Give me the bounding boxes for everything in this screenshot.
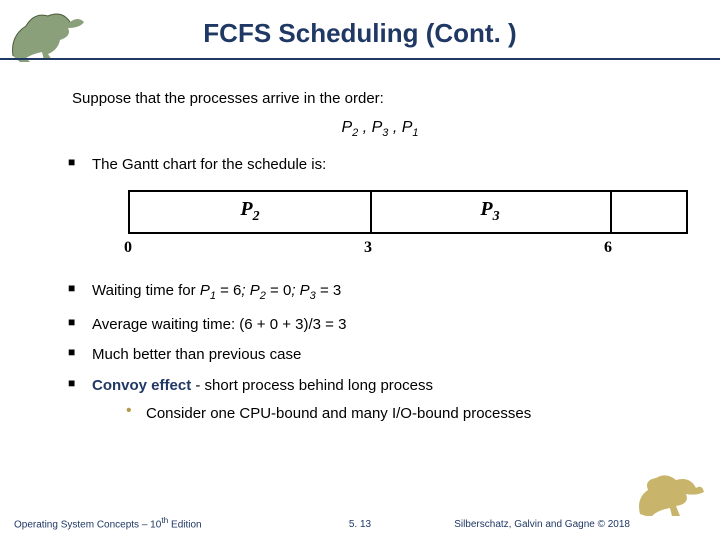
- bullet-list: The Gantt chart for the schedule is: P2 …: [60, 154, 700, 425]
- gantt-bar-row: P2 P3: [128, 190, 688, 234]
- slide: FCFS Scheduling (Cont. ) Suppose that th…: [0, 0, 720, 540]
- gantt-tick-3: 3: [364, 236, 372, 259]
- bullet-convoy: Convoy effect - short process behind lon…: [64, 375, 700, 425]
- bullet-avg-wait: Average waiting time: (6 + 0 + 3)/3 = 3: [64, 314, 700, 336]
- gantt-cell-p2: P2: [130, 192, 372, 232]
- slide-body: Suppose that the processes arrive in the…: [60, 88, 700, 434]
- gantt-tick-6: 6: [604, 236, 612, 259]
- footer-right: Silberschatz, Galvin and Gagne © 2018: [454, 519, 630, 530]
- intro-text: Suppose that the processes arrive in the…: [60, 88, 700, 110]
- dinosaur-icon: [636, 470, 706, 518]
- gantt-cell-p3: P3: [370, 192, 612, 232]
- bullet-much-better: Much better than previous case: [64, 344, 700, 366]
- gantt-tick-0: 0: [124, 236, 132, 259]
- title-underline: [0, 58, 720, 60]
- slide-title: FCFS Scheduling (Cont. ): [0, 18, 720, 49]
- bullet-convoy-sub: Consider one CPU-bound and many I/O-boun…: [120, 403, 700, 425]
- bullet-gantt-intro: The Gantt chart for the schedule is: P2 …: [64, 154, 700, 254]
- process-order: P2 , P3 , P1: [60, 116, 700, 142]
- convoy-effect-label: Convoy effect: [92, 377, 191, 394]
- gantt-cell-p1-cut: [610, 192, 688, 232]
- bullet-waiting-time: Waiting time for P1 = 6; P2 = 0; P3 = 3: [64, 280, 700, 305]
- gantt-chart: P2 P3 0 3 6: [128, 190, 700, 254]
